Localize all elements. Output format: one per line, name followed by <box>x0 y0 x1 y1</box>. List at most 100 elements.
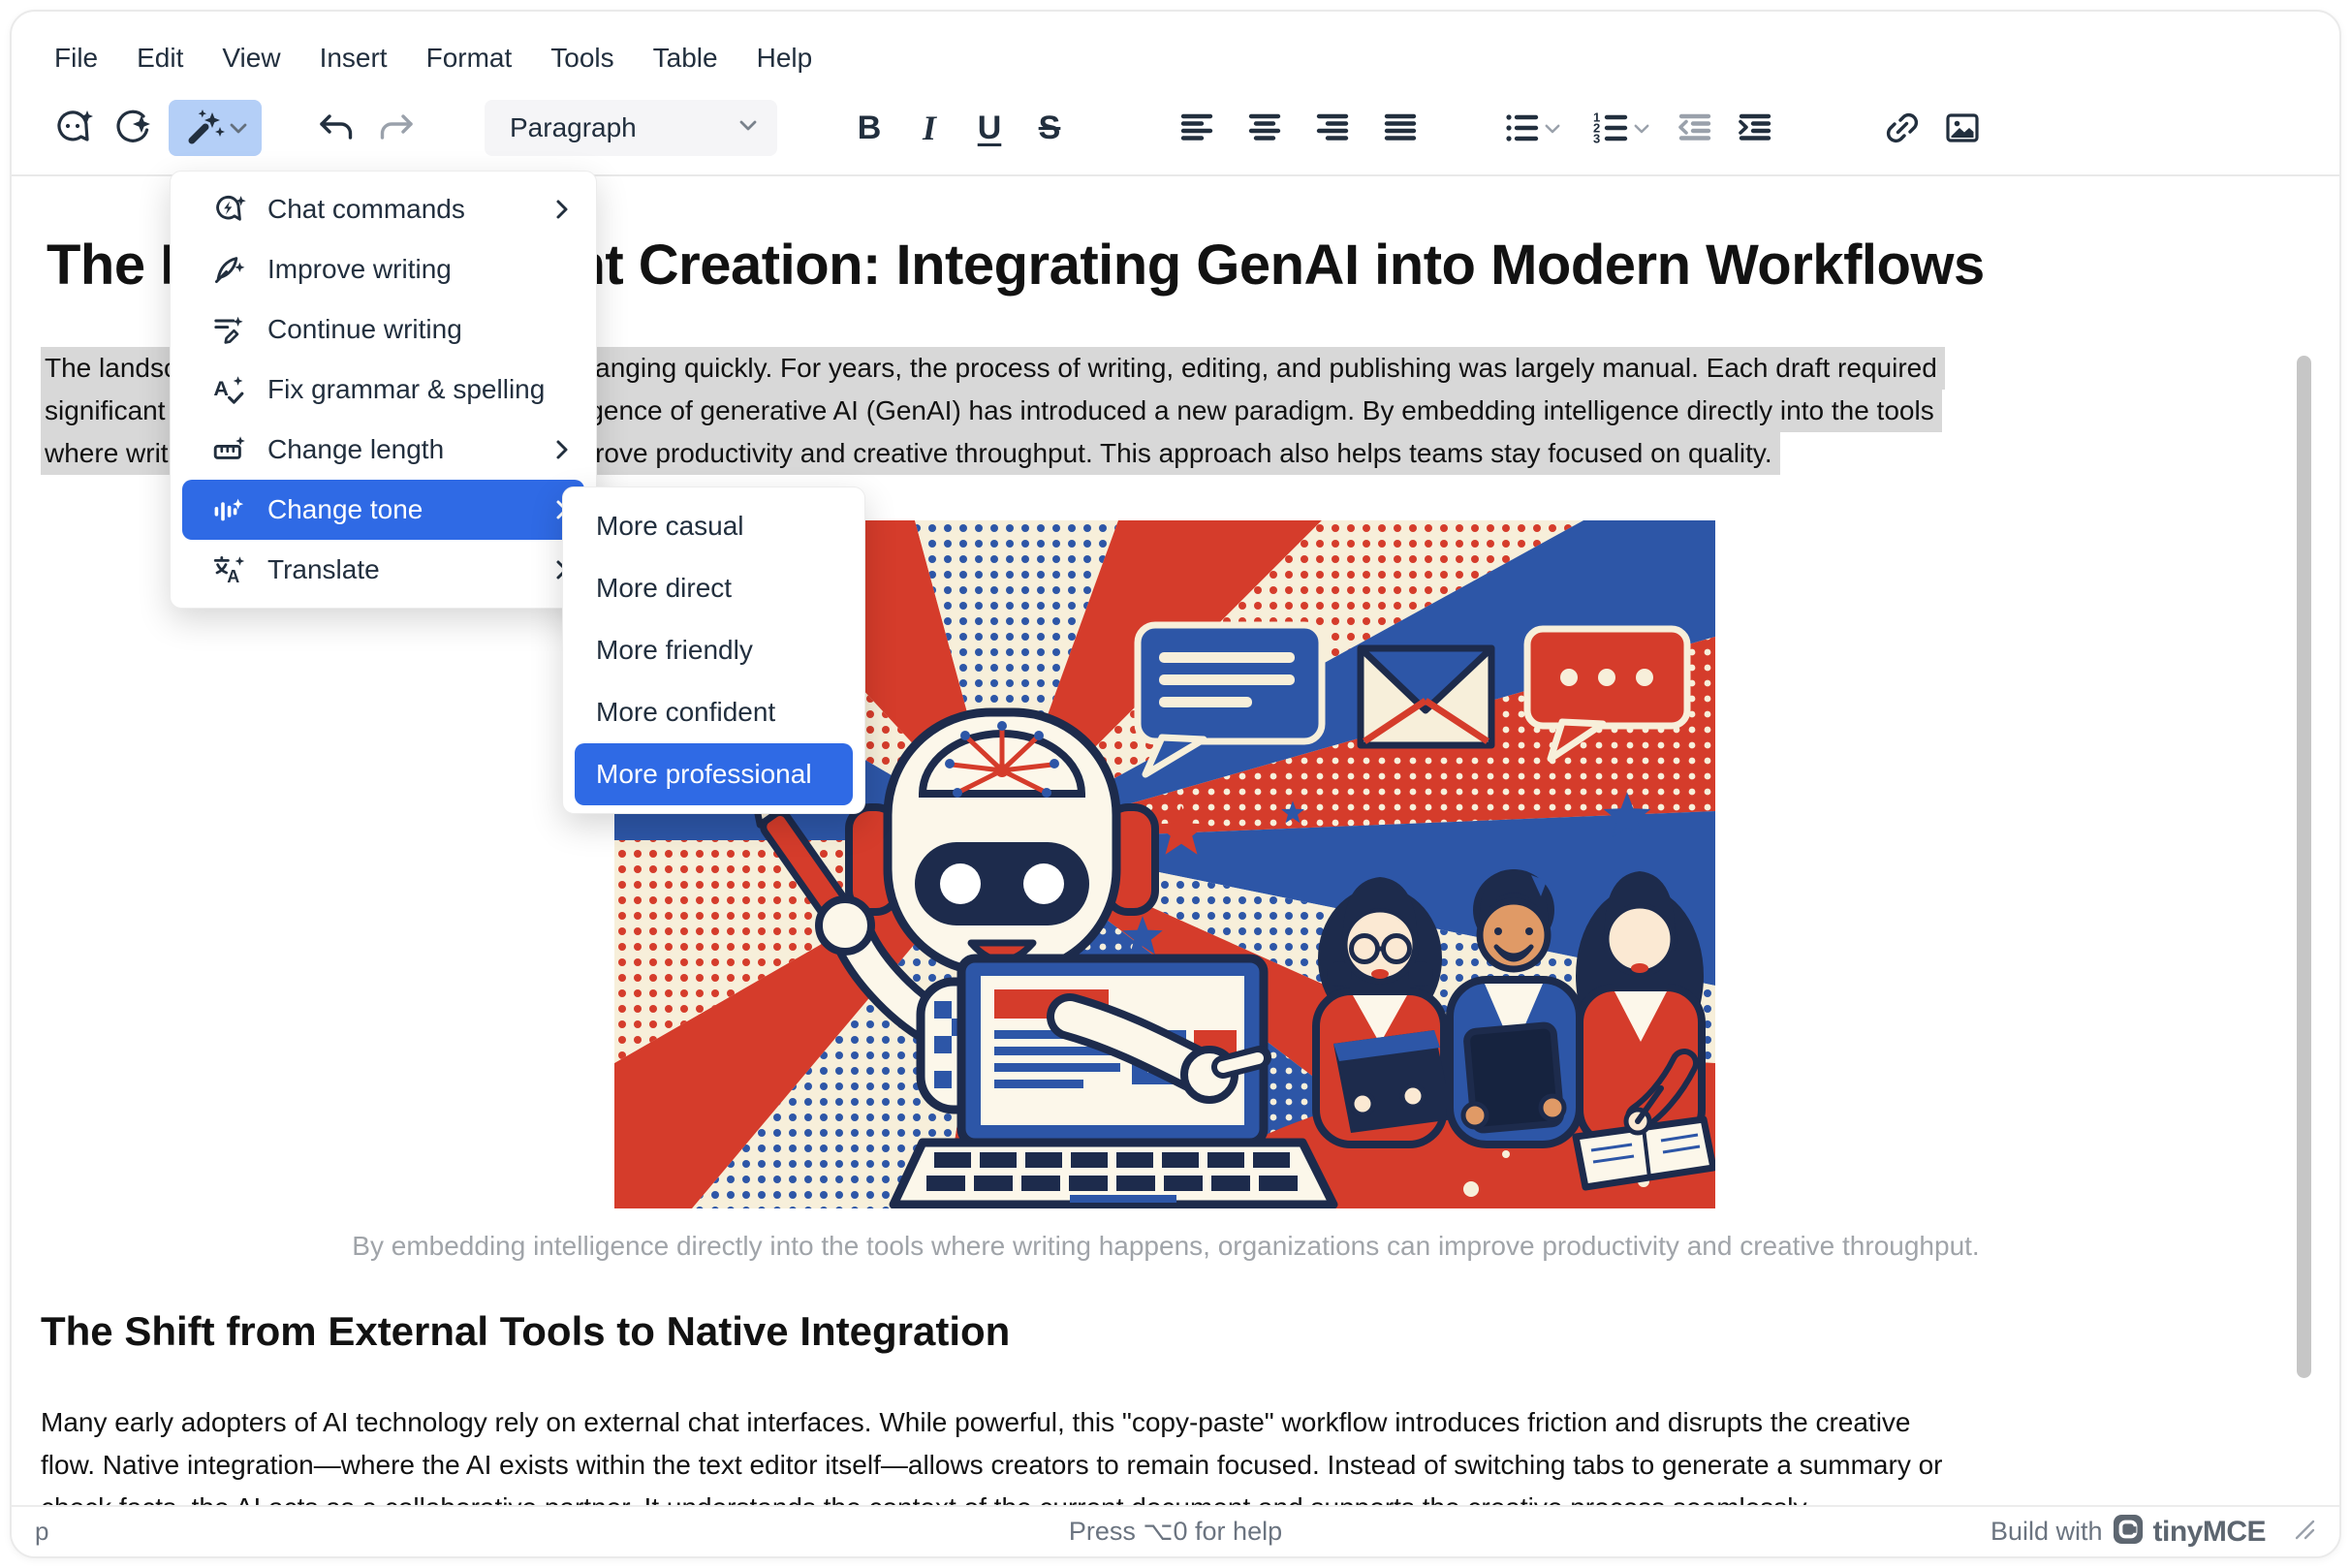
redo-button[interactable] <box>368 100 424 156</box>
improve-writing-icon <box>211 252 246 287</box>
align-justify-button[interactable] <box>1372 100 1428 156</box>
align-left-icon <box>1176 107 1218 149</box>
chevron-right-icon <box>555 199 569 220</box>
chevron-right-icon <box>555 439 569 460</box>
ai-commands-menu: Chat commands Improve writing Continue w… <box>170 171 597 609</box>
menu-item-label: Chat commands <box>267 194 534 225</box>
ai-shortcuts-button[interactable] <box>105 100 161 156</box>
ai-chat-icon <box>51 107 94 149</box>
align-right-button[interactable] <box>1304 100 1361 156</box>
submenu-item-more-professional[interactable]: More professional <box>575 743 853 805</box>
menu-item-label: Continue writing <box>267 314 584 345</box>
submenu-item-more-casual[interactable]: More casual <box>575 495 853 557</box>
resize-handle-icon[interactable] <box>2293 1518 2316 1546</box>
link-icon <box>1881 107 1924 149</box>
menu-help[interactable]: Help <box>737 29 832 87</box>
translate-icon: A <box>211 552 246 587</box>
svg-text:A: A <box>213 376 229 400</box>
menu-item-label: Translate <box>267 554 534 585</box>
change-length-icon <box>211 432 246 467</box>
numbered-list-icon: 1 2 3 <box>1589 107 1632 149</box>
body-text-line[interactable]: Many early adopters of AI technology rel… <box>41 1401 1943 1444</box>
submenu-item-more-confident[interactable]: More confident <box>575 681 853 743</box>
menu-item-translate[interactable]: A Translate <box>182 540 584 600</box>
body-paragraph[interactable]: Many early adopters of AI technology rel… <box>41 1401 1943 1505</box>
outdent-button[interactable] <box>1667 100 1723 156</box>
format-select[interactable]: Paragraph <box>485 100 777 156</box>
insert-image-button[interactable] <box>1934 100 1991 156</box>
menu-tools[interactable]: Tools <box>531 29 633 87</box>
ai-chat-button[interactable] <box>45 100 101 156</box>
menu-insert[interactable]: Insert <box>300 29 407 87</box>
svg-text:A: A <box>227 567 239 586</box>
menu-file[interactable]: File <box>35 29 117 87</box>
status-bar: p Press ⌥0 for help Build with tinyMCE <box>12 1505 2339 1556</box>
italic-icon: I <box>923 108 936 148</box>
ai-commands-wand-button[interactable] <box>169 100 262 156</box>
branding-prefix: Build with <box>1991 1517 2103 1547</box>
menu-item-continue-writing[interactable]: Continue writing <box>182 299 584 360</box>
indent-button[interactable] <box>1727 100 1783 156</box>
menu-item-change-tone[interactable]: Change tone <box>182 480 584 540</box>
underline-button[interactable]: U <box>961 100 1018 156</box>
tinymce-logo-icon <box>2113 1514 2144 1550</box>
submenu-item-more-direct[interactable]: More direct <box>575 557 853 619</box>
menu-item-label: Change length <box>267 434 534 465</box>
svg-text:3: 3 <box>1593 132 1600 146</box>
image-caption[interactable]: By embedding intelligence directly into … <box>12 1227 2320 1266</box>
bold-button[interactable]: B <box>841 100 897 156</box>
bold-icon: B <box>858 110 882 147</box>
align-left-button[interactable] <box>1169 100 1225 156</box>
image-icon <box>1941 107 1984 149</box>
menu-view[interactable]: View <box>203 29 299 87</box>
menu-item-improve-writing[interactable]: Improve writing <box>182 239 584 299</box>
strikethrough-button[interactable]: S <box>1021 100 1078 156</box>
change-tone-submenu: More casual More direct More friendly Mo… <box>562 486 865 814</box>
chat-commands-icon <box>211 192 246 227</box>
fix-grammar-icon: A <box>211 372 246 407</box>
menubar: File Edit View Insert Format Tools Table… <box>35 29 831 87</box>
chevron-down-icon <box>1545 122 1560 135</box>
menu-item-fix-grammar[interactable]: A Fix grammar & spelling <box>182 360 584 420</box>
link-button[interactable] <box>1874 100 1930 156</box>
bullet-list-button[interactable] <box>1489 100 1572 156</box>
section-heading[interactable]: The Shift from External Tools to Native … <box>41 1304 1010 1359</box>
magic-wand-icon <box>183 107 228 149</box>
menu-item-label: Fix grammar & spelling <box>267 374 584 405</box>
align-center-button[interactable] <box>1237 100 1293 156</box>
italic-button[interactable]: I <box>901 100 957 156</box>
format-select-value: Paragraph <box>510 112 738 143</box>
menu-item-label: Change tone <box>267 494 534 525</box>
scrollbar-thumb[interactable] <box>2297 356 2311 1378</box>
body-text-line[interactable]: check facts, the AI acts as a collaborat… <box>41 1487 1943 1505</box>
numbered-list-button[interactable]: 1 2 3 <box>1578 100 1661 156</box>
align-justify-icon <box>1379 107 1422 149</box>
outdent-icon <box>1674 107 1716 149</box>
align-right-icon <box>1311 107 1354 149</box>
undo-button[interactable] <box>308 100 364 156</box>
tinymce-editor-window: File Edit View Insert Format Tools Table… <box>0 0 2351 1568</box>
menu-item-label: Improve writing <box>267 254 584 285</box>
body-text-line[interactable]: flow. Native integration—where the AI ex… <box>41 1444 1943 1487</box>
menu-item-chat-commands[interactable]: Chat commands <box>182 179 584 239</box>
submenu-item-more-friendly[interactable]: More friendly <box>575 619 853 681</box>
align-center-icon <box>1243 107 1286 149</box>
change-tone-icon <box>211 492 246 527</box>
branding-name[interactable]: tinyMCE <box>2153 1516 2267 1549</box>
undo-icon <box>315 109 358 147</box>
chevron-down-icon <box>1634 122 1649 135</box>
menu-table[interactable]: Table <box>634 29 737 87</box>
menu-item-change-length[interactable]: Change length <box>182 420 584 480</box>
strikethrough-icon: S <box>1039 110 1061 147</box>
underline-icon: U <box>978 110 1002 147</box>
continue-writing-icon <box>211 312 246 347</box>
chevron-down-icon <box>230 121 247 135</box>
ai-shortcuts-icon <box>111 107 154 149</box>
menu-edit[interactable]: Edit <box>117 29 203 87</box>
bullet-list-icon <box>1500 107 1543 149</box>
toolbar: Paragraph B I U S <box>45 94 2320 162</box>
menu-format[interactable]: Format <box>407 29 532 87</box>
indent-icon <box>1734 107 1776 149</box>
chevron-down-icon <box>738 118 758 138</box>
redo-icon <box>375 109 418 147</box>
